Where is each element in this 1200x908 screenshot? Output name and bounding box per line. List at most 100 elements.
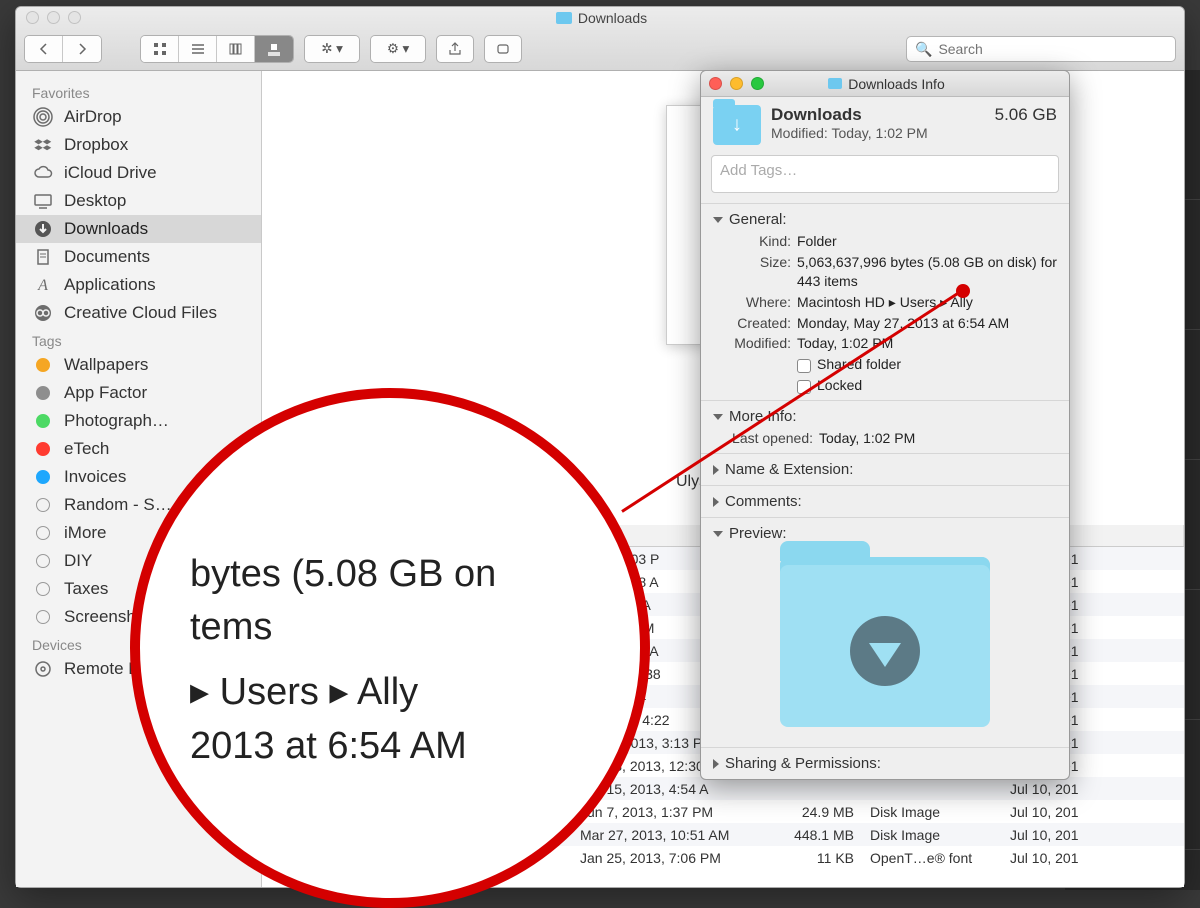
sidebar-item-label: Documents — [64, 247, 150, 267]
file-name: installgo…drive.dmg — [292, 804, 419, 820]
name-ext-label: Name & Extension: — [725, 461, 853, 478]
file-row[interactable]: minimal.otfJan 25, 2013, 7:06 PM11 KBOpe… — [262, 846, 1184, 869]
share-button[interactable] — [436, 35, 474, 63]
file-row[interactable]: Jun 15, 2013, 4:54 AJul 10, 201 — [262, 777, 1184, 800]
sidebar-item-label: iMore — [64, 523, 107, 543]
svg-text:A: A — [37, 277, 48, 294]
tag-dot-icon — [32, 466, 54, 488]
file-name: minimal.otf — [292, 850, 360, 866]
sidebar-item-diy[interactable]: DIY — [16, 547, 261, 575]
downloads-folder-icon — [713, 105, 761, 145]
tag-dot-icon — [32, 606, 54, 628]
locked-checkbox[interactable] — [797, 380, 811, 394]
sidebar-item-remote-disc[interactable]: Remote Disc — [16, 655, 261, 683]
file-date: Jun 7, 2013, 1:37 PM — [572, 804, 762, 820]
tag-dot-icon — [32, 578, 54, 600]
disclosure-icon — [713, 465, 719, 475]
info-minimize-button[interactable] — [730, 77, 743, 90]
sidebar-item-airdrop[interactable]: AirDrop — [16, 103, 261, 131]
folder-icon — [828, 78, 842, 89]
sharing-section-header[interactable]: Sharing & Permissions: — [713, 752, 1057, 775]
preview-section-header[interactable]: Preview: — [713, 522, 1057, 545]
sidebar-item-etech[interactable]: eTech — [16, 435, 261, 463]
maximize-button[interactable] — [68, 11, 81, 24]
forward-button[interactable] — [63, 36, 101, 62]
sidebar-item-random-s-[interactable]: Random - S… — [16, 491, 261, 519]
shared-label: Shared folder — [817, 356, 901, 372]
column-view-button[interactable] — [217, 36, 255, 62]
tag-dot-icon — [32, 494, 54, 516]
sidebar-item-label: Downloads — [64, 219, 148, 239]
icon-view-button[interactable] — [141, 36, 179, 62]
sidebar-item-documents[interactable]: Documents — [16, 243, 261, 271]
info-close-button[interactable] — [709, 77, 722, 90]
cloud-icon — [32, 162, 54, 184]
action-icon[interactable]: ⚙ ▾ — [371, 36, 425, 62]
comments-section-header[interactable]: Comments: — [713, 490, 1057, 513]
tag-dot-icon — [32, 354, 54, 376]
documents-icon — [32, 246, 54, 268]
sidebar-item-app-factor[interactable]: App Factor — [16, 379, 261, 407]
sidebar-item-taxes[interactable]: Taxes — [16, 575, 261, 603]
shared-checkbox[interactable] — [797, 359, 811, 373]
sidebar-item-screenshots[interactable]: Screenshots — [16, 603, 261, 631]
sidebar-item-label: Remote Disc — [64, 659, 161, 679]
file-row[interactable]: Lightroo…_4_4.dmgMar 27, 2013, 10:51 AM4… — [262, 823, 1184, 846]
sidebar-item-label: Random - S… — [64, 495, 172, 515]
sidebar-item-label: Photograph… — [64, 411, 169, 431]
sidebar-item-downloads[interactable]: Downloads — [16, 215, 261, 243]
info-title: Downloads Info — [772, 76, 1001, 92]
sidebar-item-creative-cloud-files[interactable]: Creative Cloud Files — [16, 299, 261, 327]
tags-input[interactable]: Add Tags… — [711, 155, 1059, 193]
gear-icon[interactable]: ✲ ▾ — [305, 36, 359, 62]
close-button[interactable] — [26, 11, 39, 24]
more-info-section-header[interactable]: More Info: — [713, 405, 1057, 428]
list-view-button[interactable] — [179, 36, 217, 62]
info-modified-subtitle: Modified: Today, 1:02 PM — [771, 125, 928, 141]
sidebar-item-wallpapers[interactable]: Wallpapers — [16, 351, 261, 379]
kind-value: Folder — [797, 232, 1057, 251]
comments-label: Comments: — [725, 493, 802, 510]
sidebar-item-imore[interactable]: iMore — [16, 519, 261, 547]
file-date: Mar 27, 2013, 10:51 AM — [572, 827, 762, 843]
tag-dot-icon — [32, 438, 54, 460]
tag-button[interactable] — [484, 35, 522, 63]
info-folder-name: Downloads — [771, 105, 928, 125]
search-field[interactable]: 🔍 — [906, 36, 1176, 62]
desktop-icon — [32, 190, 54, 212]
arrange-dropdown[interactable]: ✲ ▾ — [304, 35, 360, 63]
sidebar-item-dropbox[interactable]: Dropbox — [16, 131, 261, 159]
file-icon — [270, 827, 286, 843]
sidebar-item-invoices[interactable]: Invoices — [16, 463, 261, 491]
general-section-header[interactable]: General: — [713, 208, 1057, 231]
sidebar-item-label: Invoices — [64, 467, 126, 487]
search-input[interactable] — [938, 41, 1167, 57]
sidebar-item-label: App Factor — [64, 383, 147, 403]
last-opened-label: Last opened: — [713, 429, 813, 448]
airdrop-icon — [32, 106, 54, 128]
sidebar-item-label: iCloud Drive — [64, 163, 157, 183]
sidebar-section-label: Devices — [16, 631, 261, 655]
coverflow-view-button[interactable] — [255, 36, 293, 62]
nav-buttons — [24, 35, 102, 63]
back-button[interactable] — [25, 36, 63, 62]
sidebar-item-applications[interactable]: A Applications — [16, 271, 261, 299]
file-row[interactable]: installgo…drive.dmgJun 7, 2013, 1:37 PM2… — [262, 800, 1184, 823]
tag-dot-icon — [32, 522, 54, 544]
info-maximize-button[interactable] — [751, 77, 764, 90]
size-value: 5,063,637,996 bytes (5.08 GB on disk) fo… — [797, 253, 1057, 291]
action-dropdown[interactable]: ⚙ ▾ — [370, 35, 426, 63]
sidebar-item-photograph-[interactable]: Photograph… — [16, 407, 261, 435]
sidebar-item-label: Applications — [64, 275, 156, 295]
info-size: 5.06 GB — [995, 105, 1057, 145]
general-label: General: — [729, 211, 787, 228]
minimize-button[interactable] — [47, 11, 60, 24]
name-column-header[interactable]: Name — [262, 525, 572, 546]
folder-icon — [556, 12, 572, 24]
sidebar-item-label: eTech — [64, 439, 109, 459]
sidebar-item-label: Dropbox — [64, 135, 128, 155]
sidebar-item-desktop[interactable]: Desktop — [16, 187, 261, 215]
sidebar-item-icloud-drive[interactable]: iCloud Drive — [16, 159, 261, 187]
file-kind: Disk Image — [862, 827, 1002, 843]
name-ext-section-header[interactable]: Name & Extension: — [713, 458, 1057, 481]
